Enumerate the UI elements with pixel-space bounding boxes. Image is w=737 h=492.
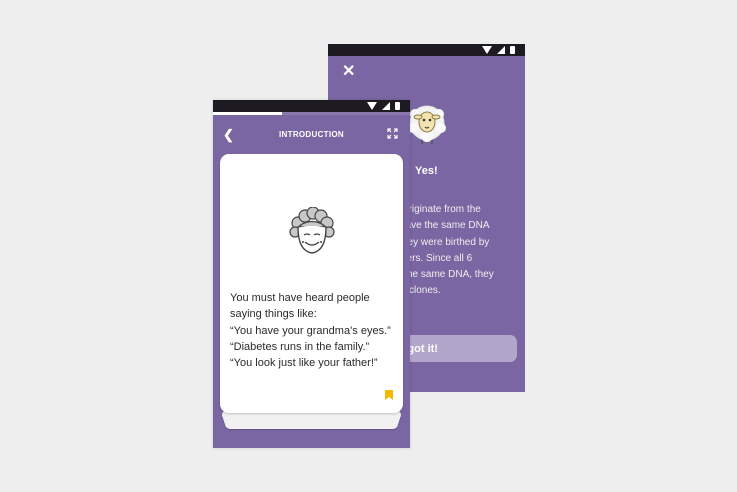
sheep-icon — [408, 105, 446, 144]
wifi-icon — [482, 46, 492, 54]
progress-bar — [213, 112, 410, 115]
signal-icon — [382, 102, 390, 110]
card-text-line: You must have heard people — [230, 292, 370, 304]
content-card[interactable]: You must have heard people saying things… — [220, 154, 403, 413]
explanation-line: he same DNA, they — [407, 269, 494, 281]
card-text-line: “Diabetes runs in the family.” — [230, 340, 370, 353]
progress-fill — [213, 112, 282, 115]
card-text-line: “You have your grandma’s eyes.” — [230, 324, 391, 337]
status-bar — [328, 44, 525, 56]
battery-icon — [395, 102, 400, 110]
explanation-line: have the same DNA — [400, 220, 490, 232]
wifi-icon — [367, 102, 377, 110]
close-icon[interactable]: ✕ — [342, 64, 355, 80]
battery-icon — [510, 46, 515, 54]
page-title: INTRODUCTION — [279, 130, 344, 139]
signal-icon — [497, 46, 505, 54]
fullscreen-icon[interactable] — [387, 128, 398, 139]
card-stack-layer — [225, 419, 398, 429]
card-text-line: saying things like: — [230, 308, 317, 321]
bookmark-icon[interactable] — [385, 390, 393, 400]
card-text-line: “You look just like your father!” — [230, 357, 378, 370]
card-text: You must have heard people saying things… — [230, 290, 402, 371]
front-phone-screen: ❮ INTRODUCTION You must have heard peopl… — [213, 100, 410, 448]
explanation-line: hey were birthed by — [402, 236, 490, 248]
explanation-line: originate from the — [403, 204, 481, 215]
status-bar — [213, 100, 410, 112]
result-title: Yes! — [415, 165, 438, 177]
explanation-line: clones. — [409, 285, 441, 297]
grandma-face-icon — [289, 207, 335, 254]
explanation-line: hers. Since all 6 — [401, 252, 473, 264]
